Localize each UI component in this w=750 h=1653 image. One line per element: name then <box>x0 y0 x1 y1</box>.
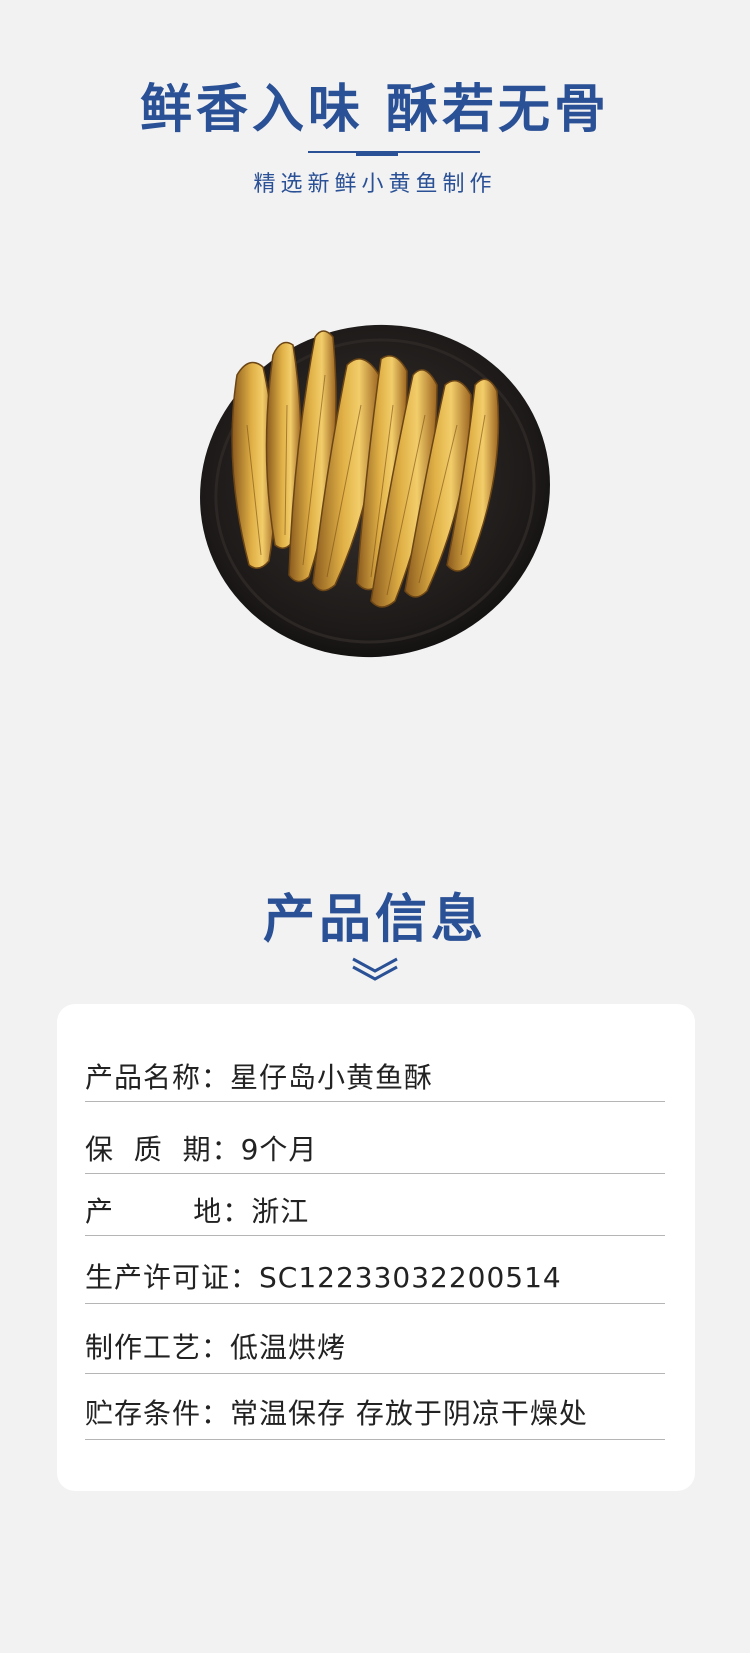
info-label: 产 地： <box>85 1195 252 1228</box>
info-row-license: 生产许可证：SC12233032200514 <box>85 1256 665 1304</box>
info-label: 制作工艺： <box>85 1331 231 1364</box>
info-row-origin: 产 地：浙江 <box>85 1190 665 1236</box>
section-title: 产品信息 <box>262 890 487 950</box>
info-label: 保 质 期： <box>85 1133 241 1166</box>
product-image <box>200 324 550 658</box>
info-row-name: 产品名称：星仔岛小黄鱼酥 <box>85 1056 665 1102</box>
hero-title: 鲜香入味 酥若无骨 <box>139 80 611 140</box>
info-value: SC12233032200514 <box>259 1261 562 1294</box>
info-row-shelf-life: 保 质 期：9个月 <box>85 1128 665 1174</box>
info-label: 生产许可证： <box>85 1261 260 1294</box>
info-value: 低温烘烤 <box>230 1331 347 1364</box>
info-label: 贮存条件： <box>85 1397 231 1430</box>
info-value: 星仔岛小黄鱼酥 <box>230 1061 434 1094</box>
info-row-storage: 贮存条件：常温保存 存放于阴凉干燥处 <box>85 1392 665 1440</box>
double-chevron-down-icon <box>352 957 398 981</box>
info-value: 常温保存 存放于阴凉干燥处 <box>230 1397 588 1430</box>
info-value: 浙江 <box>251 1195 310 1228</box>
hero-divider-accent <box>356 151 398 156</box>
info-value: 9个月 <box>240 1133 318 1166</box>
product-info-card: 产品名称：星仔岛小黄鱼酥 保 质 期：9个月 产 地：浙江 生产许可证：SC12… <box>57 1004 695 1491</box>
info-row-process: 制作工艺：低温烘烤 <box>85 1326 665 1374</box>
hero-subtitle: 精选新鲜小黄鱼制作 <box>253 172 497 197</box>
info-label: 产品名称： <box>85 1061 231 1094</box>
